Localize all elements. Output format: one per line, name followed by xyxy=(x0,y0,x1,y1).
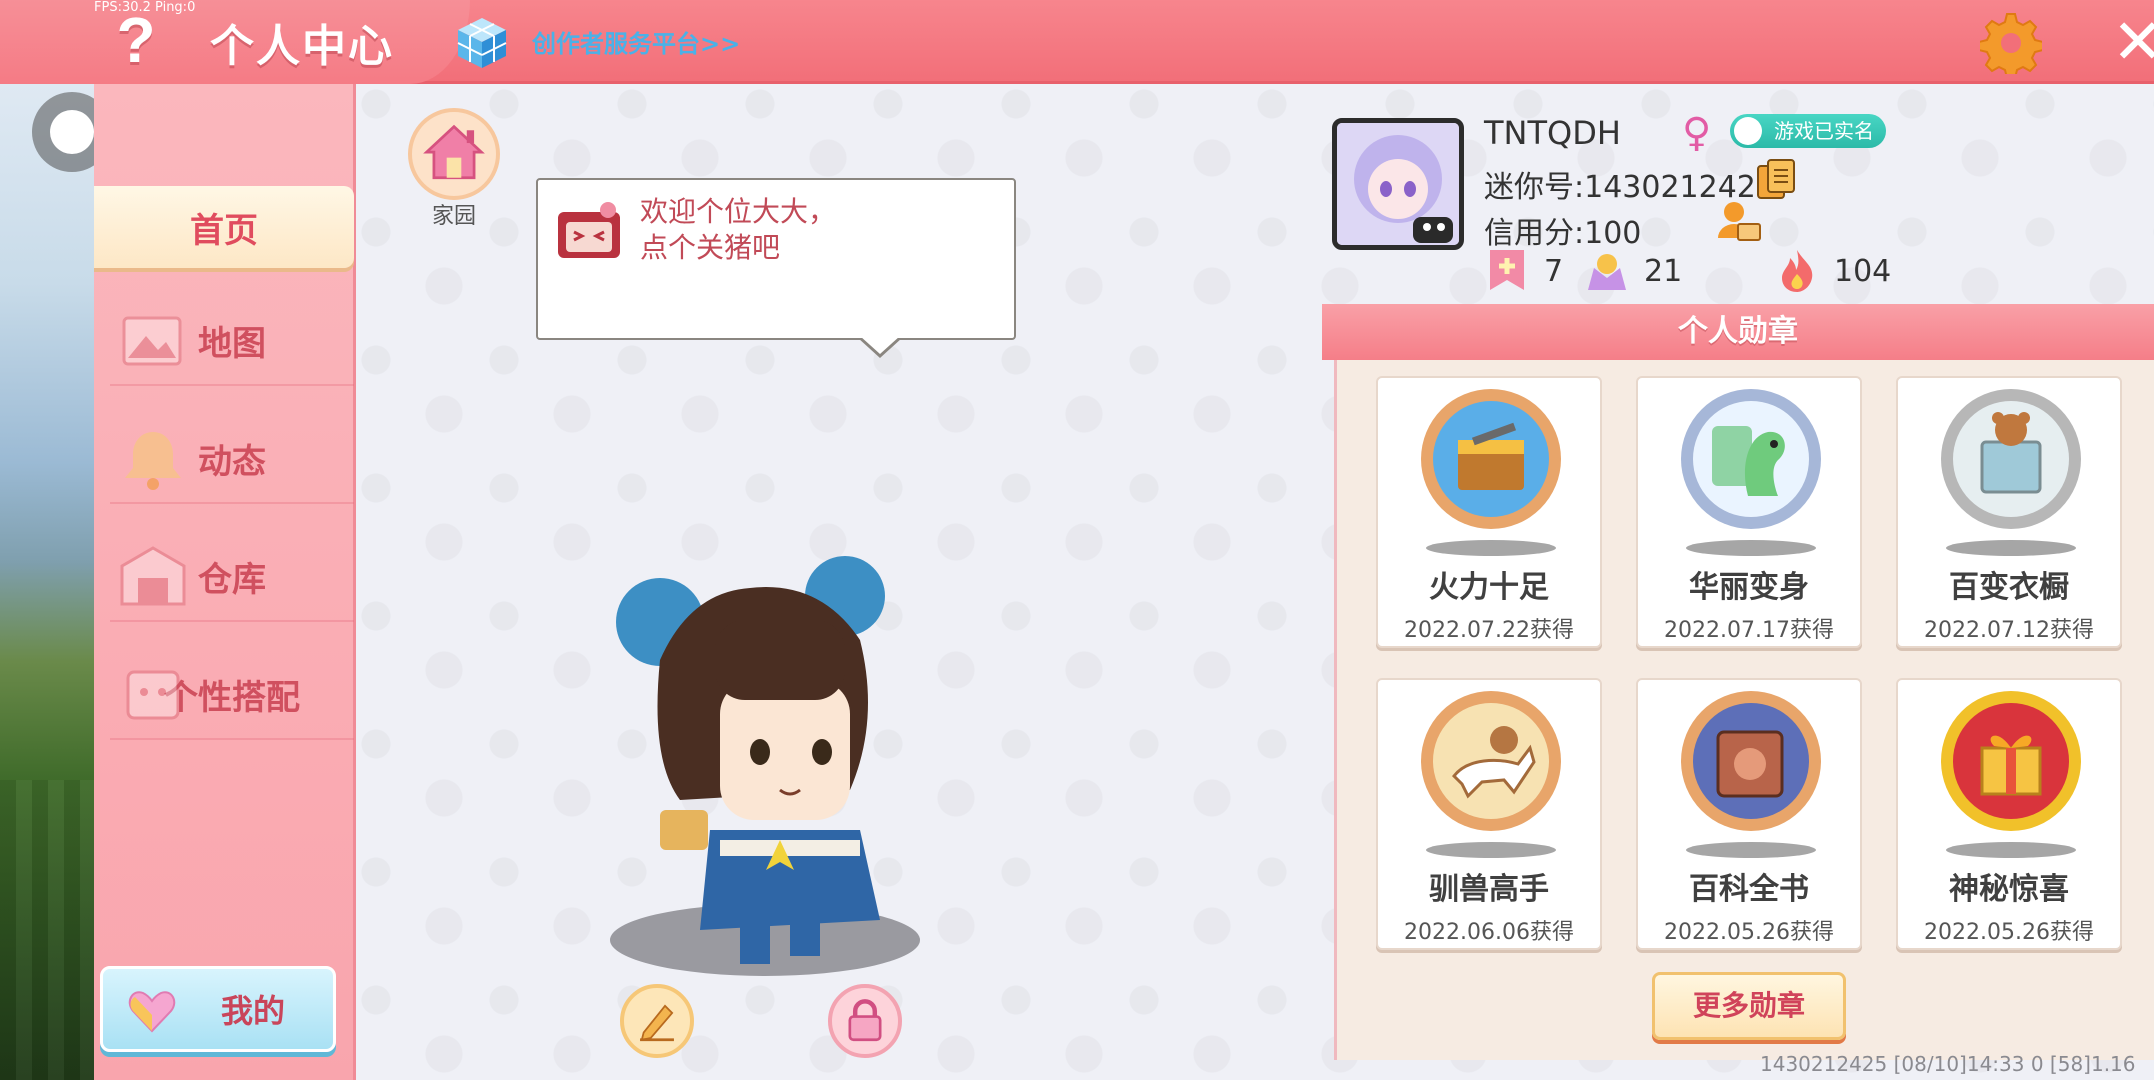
medal-card[interactable]: 百变衣橱 2022.07.12获得 xyxy=(1896,376,2122,648)
question-mark-icon[interactable]: ? xyxy=(110,4,162,76)
medal-date: 2022.05.26获得 xyxy=(1924,920,2094,945)
medal-shadow xyxy=(1426,540,1556,556)
sidebar-item-label: 首页 xyxy=(190,210,258,251)
verified-badge: 游戏已实名 xyxy=(1730,114,1886,148)
sidebar-item-feed[interactable]: 动态 xyxy=(110,414,354,504)
home-icon[interactable] xyxy=(408,108,500,200)
sidebar-item-label: 动态 xyxy=(198,441,266,482)
sidebar-item-outfit[interactable]: 个性搭配 xyxy=(110,650,354,740)
medal-shadow xyxy=(1946,540,2076,556)
creator-platform-link[interactable]: 创作者服务平台>> xyxy=(532,24,740,59)
person-icon xyxy=(1734,117,1762,145)
my-button-label: 我的 xyxy=(220,992,285,1030)
fan-icon xyxy=(1588,254,1626,290)
horse-rider-medal-icon xyxy=(1421,691,1561,831)
avatar-image xyxy=(1337,123,1459,245)
sidebar-item-label: 仓库 xyxy=(198,559,266,600)
female-gender-icon: ♀ xyxy=(1682,110,1712,156)
footer-info: 1430212425 [08/10]14:33 0 [58]1.16 xyxy=(1760,1052,2136,1076)
badge-plus-icon xyxy=(1490,250,1524,290)
home-label: 家园 xyxy=(431,204,476,229)
medal-name: 百变衣橱 xyxy=(1949,570,2069,605)
medal-name: 驯兽高手 xyxy=(1429,872,1549,907)
medal-date: 2022.07.17获得 xyxy=(1664,618,1834,643)
medal-shadow xyxy=(1946,842,2076,858)
speech-bubble-tail xyxy=(860,336,900,354)
avatar[interactable] xyxy=(1332,118,1464,250)
cube-icon[interactable] xyxy=(456,16,508,70)
more-medals-button[interactable]: 更多勋章 xyxy=(1652,972,1846,1040)
speech-bubble: 欢迎个位大大， 点个关猪吧 xyxy=(536,178,1016,358)
picture-icon xyxy=(122,316,182,366)
encyclopedia-medal-icon xyxy=(1681,691,1821,831)
mood-face-icon xyxy=(558,202,620,258)
medal-name: 百科全书 xyxy=(1689,872,1809,907)
medal-card[interactable]: 火力十足 2022.07.22获得 xyxy=(1376,376,1602,648)
wardrobe-medal-icon xyxy=(1941,389,2081,529)
copy-icon[interactable] xyxy=(1756,158,1796,200)
sidebar-item-home[interactable]: 首页 xyxy=(94,186,354,268)
medal-card[interactable]: 驯兽高手 2022.06.06获得 xyxy=(1376,678,1602,950)
sidebar-item-map[interactable]: 地图 xyxy=(110,296,354,386)
lock-button[interactable] xyxy=(828,984,902,1058)
medal-section-header: 个人勋章 xyxy=(1322,304,2154,360)
heart-icon xyxy=(128,991,176,1033)
medal-card[interactable]: 华丽变身 2022.07.17获得 xyxy=(1636,376,1862,648)
medal-name: 火力十足 xyxy=(1429,570,1549,605)
medal-date: 2022.07.12获得 xyxy=(1924,618,2094,643)
player-character[interactable] xyxy=(600,540,930,980)
account-card-icon[interactable] xyxy=(1716,198,1762,244)
stat-medal-count: 7 xyxy=(1484,246,1563,296)
stat-popularity: 104 xyxy=(1774,246,1891,296)
close-icon[interactable]: ✕ xyxy=(2112,8,2154,76)
medal-date: 2022.07.22获得 xyxy=(1404,618,1574,643)
stat-value: 7 xyxy=(1544,253,1564,289)
warehouse-icon xyxy=(120,546,186,606)
medal-card[interactable]: 神秘惊喜 2022.05.26获得 xyxy=(1896,678,2122,950)
medal-shadow xyxy=(1426,842,1556,858)
game-scene-backdrop xyxy=(0,84,96,1080)
username: TNTQDH xyxy=(1484,114,1621,152)
bell-icon xyxy=(125,432,181,490)
gift-box-medal-icon xyxy=(1941,691,2081,831)
stat-value: 21 xyxy=(1644,253,1683,289)
medal-card[interactable]: 百科全书 2022.05.26获得 xyxy=(1636,678,1862,950)
sidebar-nav: 首页 地图 动态 仓库 个性搭配 xyxy=(94,84,356,1080)
flame-icon xyxy=(1782,250,1813,292)
sidebar-item-warehouse[interactable]: 仓库 xyxy=(110,532,354,622)
page-title: 个人中心 xyxy=(210,21,394,72)
verified-text: 游戏已实名 xyxy=(1774,119,1874,143)
edit-pencil-button[interactable] xyxy=(620,984,694,1058)
medal-date: 2022.06.06获得 xyxy=(1404,920,1574,945)
gear-icon[interactable] xyxy=(1980,12,2042,74)
outfit-icon xyxy=(126,670,180,720)
medal-shadow xyxy=(1686,842,1816,858)
dinosaur-medal-icon xyxy=(1681,389,1821,529)
medal-name: 神秘惊喜 xyxy=(1949,872,2069,907)
my-button[interactable]: 我的 xyxy=(100,966,336,1052)
sidebar-item-label: 地图 xyxy=(198,323,266,364)
treasure-chest-medal-icon xyxy=(1421,389,1561,529)
medal-shadow xyxy=(1686,540,1816,556)
speech-text: 欢迎个位大大， 点个关猪吧 xyxy=(640,195,837,264)
stat-fans: 21 xyxy=(1584,246,1682,296)
stat-value: 104 xyxy=(1834,253,1892,289)
medal-date: 2022.05.26获得 xyxy=(1664,920,1834,945)
medal-name: 华丽变身 xyxy=(1689,570,1809,605)
